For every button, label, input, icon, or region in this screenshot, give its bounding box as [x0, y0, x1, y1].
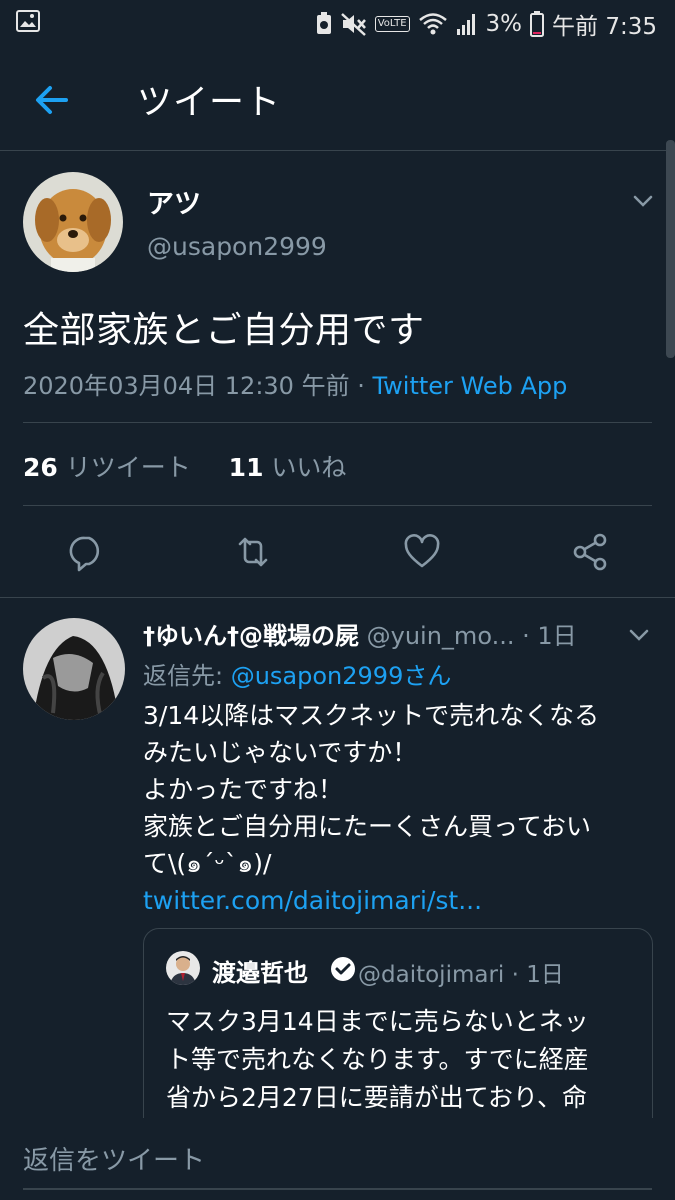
battery-percent: 3% [485, 11, 523, 37]
reply-input[interactable]: 返信をツイート [23, 1140, 205, 1177]
reply-line: 3/14以降はマスクネットで売れなくなる [143, 701, 600, 730]
mute-icon [340, 13, 366, 36]
tweet-timestamp: 2020年03月04日 12:30 午前 [23, 372, 350, 400]
status-icons: VoLTE 3% 午前 7:35 [315, 8, 657, 40]
reply-text: 3/14以降はマスクネットで売れなくなる みたいじゃないですか！ よかったですね… [143, 697, 653, 919]
reply-composer-bar: 返信をツイート [0, 1118, 675, 1200]
author-handle[interactable]: @usapon2999 [147, 232, 327, 261]
verified-badge-icon [331, 957, 355, 981]
divider [0, 597, 675, 598]
like-label: いいね [271, 453, 347, 482]
volte-icon: VoLTE [374, 16, 410, 32]
meta-separator: · [349, 372, 373, 400]
scrollbar[interactable] [666, 140, 675, 358]
reply-author-name[interactable]: †ゆいん†@戦場の屍 [143, 622, 359, 650]
retweet-count: 26 [23, 453, 58, 482]
reply-to-mention[interactable]: @usapon2999さん [231, 662, 452, 690]
gallery-notification-icon [16, 10, 40, 32]
reply-icon[interactable] [65, 530, 109, 574]
quoted-line: 省から2月27日に要請が出ており、命 [166, 1083, 587, 1112]
quoted-line: ト等で売れなくなります。すでに経産 [166, 1045, 589, 1074]
reply-time: · 1日 [514, 622, 577, 650]
reply-line: 家族とご自分用にたーくさん買っておい [143, 812, 592, 841]
clock: 午前 7:35 [552, 14, 657, 40]
avatar [166, 951, 200, 985]
reply-author-handle[interactable]: @yuin_mo... [367, 622, 515, 650]
quoted-author-handle: @daitojimari · 1日 [358, 962, 564, 988]
quoted-line: マスク3月14日までに売らないとネッ [166, 1007, 589, 1036]
divider [23, 505, 652, 506]
like-icon[interactable] [400, 530, 444, 574]
quoted-tweet[interactable]: 渡邉哲也 @daitojimari · 1日 マスク3月14日までに売らないとネ… [143, 928, 653, 1150]
avatar[interactable] [23, 618, 125, 720]
wifi-icon [418, 13, 447, 35]
battery-icon [530, 11, 545, 37]
reply-line: みたいじゃないですか！ [143, 738, 418, 767]
author-display-name[interactable]: アツ [147, 182, 201, 221]
back-arrow-icon[interactable] [28, 80, 76, 120]
tweet-source-link[interactable]: Twitter Web App [372, 372, 567, 400]
reply-line: て\(๑´ᵕ`๑)/ [143, 849, 272, 878]
quoted-text: マスク3月14日までに売らないとネッ ト等で売れなくなります。すでに経産 省から… [166, 1003, 636, 1117]
status-bar: VoLTE 3% 午前 7:35 [0, 0, 675, 48]
quoted-author-name: 渡邉哲也 [212, 959, 308, 987]
share-icon[interactable] [569, 530, 613, 574]
retweet-icon[interactable] [231, 530, 275, 574]
reply-to-line: 返信先: @usapon2999さん [143, 656, 451, 691]
reply-header: †ゆいん†@戦場の屍 @yuin_mo... · 1日 [143, 616, 613, 651]
page-title: ツイート [137, 83, 282, 123]
reply-line: よかったですね！ [143, 775, 344, 804]
tweet-text: 全部家族とご自分用です [23, 310, 425, 351]
avatar[interactable] [23, 172, 123, 272]
chevron-down-icon[interactable] [626, 186, 660, 216]
like-stat[interactable]: 11 いいね [229, 453, 347, 482]
tweet-meta: 2020年03月04日 12:30 午前 · Twitter Web App [23, 366, 567, 401]
reply-link[interactable]: twitter.com/daitojimari/st... [143, 882, 653, 919]
reply-author-avatar-image [23, 618, 125, 720]
top-app-bar: ツイート [0, 48, 675, 151]
engagement-stats: 26 リツイート 11 いいね [23, 448, 346, 484]
input-underline [23, 1188, 652, 1190]
recycle-icon [316, 12, 331, 34]
signal-icon [456, 14, 475, 35]
quoted-author-avatar-image [166, 951, 200, 985]
retweet-label: リツイート [65, 453, 191, 482]
puppy-avatar-image [23, 172, 123, 272]
divider [23, 422, 652, 423]
like-count: 11 [228, 453, 264, 482]
reply-to-label: 返信先: [143, 662, 231, 690]
retweet-stat[interactable]: 26 リツイート [23, 453, 191, 482]
chevron-down-icon[interactable] [622, 620, 656, 650]
